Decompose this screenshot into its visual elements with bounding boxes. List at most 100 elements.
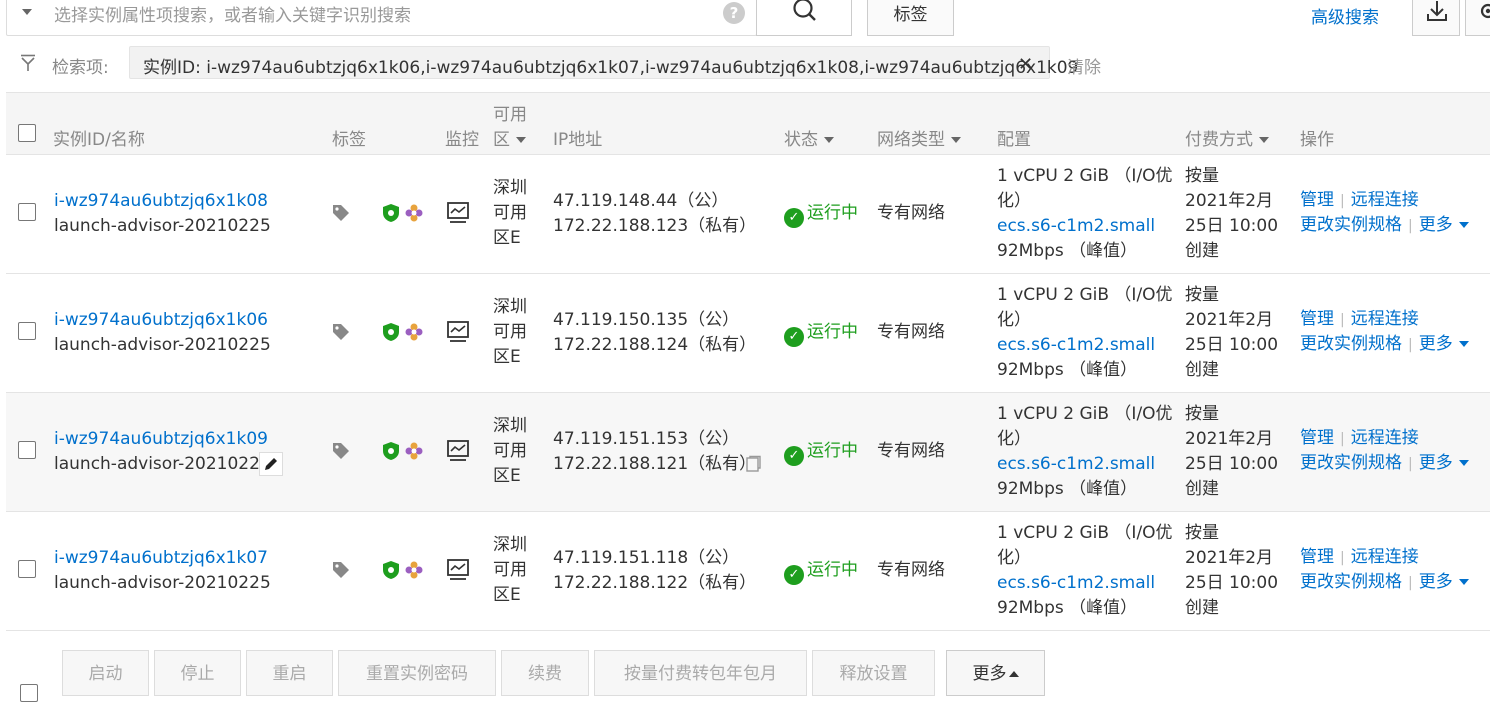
shield-icon — [383, 442, 399, 460]
shield-icon — [383, 204, 399, 222]
manage-link[interactable]: 管理 — [1300, 190, 1334, 210]
divider: | — [1408, 575, 1413, 591]
convert-billing-button[interactable]: 按量付费转包年包月 — [594, 650, 807, 696]
billing-line: 创建 — [1185, 479, 1219, 499]
zone-line: 区E — [493, 585, 521, 605]
instance-type-link[interactable]: ecs.s6-c1m2.small — [997, 333, 1155, 358]
config-spec: 1 vCPU 2 GiB （I/O优 — [997, 404, 1173, 424]
search-input[interactable]: 选择实例属性项搜索，或者输入关键字识别搜索 — [54, 1, 411, 26]
monitor-icon[interactable] — [446, 320, 470, 344]
download-button[interactable] — [1412, 0, 1460, 36]
manage-link[interactable]: 管理 — [1300, 547, 1334, 567]
advanced-search-link[interactable]: 高级搜索 — [1311, 3, 1379, 28]
row-checkbox[interactable] — [18, 560, 36, 578]
renew-button[interactable]: 续费 — [501, 650, 589, 696]
header-status[interactable]: 状态 — [784, 125, 834, 150]
search-help-icon[interactable]: ? — [723, 2, 745, 24]
billing-line: 2021年2月 — [1185, 310, 1274, 330]
start-button[interactable]: 启动 — [62, 650, 149, 696]
more-actions-button[interactable]: 更多 — [946, 650, 1045, 696]
divider: | — [1340, 550, 1345, 566]
zone-line: 可用 — [493, 322, 527, 342]
instance-id-link[interactable]: i-wz974au6ubtzjq6x1k06 — [54, 308, 268, 333]
divider: | — [1408, 337, 1413, 353]
row-checkbox[interactable] — [18, 322, 36, 340]
tag-icon[interactable] — [332, 204, 350, 222]
instance-type-link[interactable]: ecs.s6-c1m2.small — [997, 571, 1155, 596]
zone-line: 深圳 — [493, 535, 527, 555]
monitor-icon[interactable] — [446, 558, 470, 582]
table-row: i-wz974au6ubtzjq6x1k06 launch-advisor-20… — [6, 274, 1490, 393]
manage-link[interactable]: 管理 — [1300, 309, 1334, 329]
actions-line2: 更改实例规格 | 更多 — [1300, 213, 1469, 239]
resize-link[interactable]: 更改实例规格 — [1300, 215, 1402, 235]
chevron-up-icon — [1008, 671, 1019, 677]
header-billing[interactable]: 付费方式 — [1185, 125, 1269, 150]
clear-filter-link[interactable]: 清除 — [1067, 53, 1101, 78]
release-settings-button[interactable]: 释放设置 — [812, 650, 935, 696]
remote-connect-link[interactable]: 远程连接 — [1351, 428, 1419, 448]
filter-label: 检索项: — [52, 58, 109, 78]
status-badge: ✓ 运行中 — [784, 558, 858, 585]
header-network[interactable]: 网络类型 — [877, 125, 961, 150]
reset-password-button[interactable]: 重置实例密码 — [338, 650, 496, 696]
header-zone[interactable]: 区 — [493, 125, 526, 150]
ip-public: 47.119.150.135（公） — [553, 310, 740, 330]
remote-connect-link[interactable]: 远程连接 — [1351, 547, 1419, 567]
instance-type-link[interactable]: ecs.s6-c1m2.small — [997, 452, 1155, 477]
billing-line: 2021年2月 — [1185, 191, 1274, 211]
resize-link[interactable]: 更改实例规格 — [1300, 334, 1402, 354]
instance-id-link[interactable]: i-wz974au6ubtzjq6x1k07 — [54, 546, 268, 571]
zone-line: 可用 — [493, 441, 527, 461]
monitor-icon[interactable] — [446, 201, 470, 225]
config-spec-cont: 化） — [997, 310, 1031, 330]
divider: | — [1408, 218, 1413, 234]
more-dropdown[interactable]: 更多 — [1419, 453, 1469, 473]
filter-icon — [21, 54, 35, 71]
remote-connect-link[interactable]: 远程连接 — [1351, 309, 1419, 329]
chevron-down-icon — [1458, 341, 1469, 347]
chevron-down-icon — [1458, 460, 1469, 466]
restart-button[interactable]: 重启 — [246, 650, 333, 696]
search-button[interactable] — [756, 0, 852, 36]
close-icon[interactable]: ✕ — [1018, 54, 1033, 75]
monitor-icon[interactable] — [446, 439, 470, 463]
zone-line: 深圳 — [493, 416, 527, 436]
manage-link[interactable]: 管理 — [1300, 428, 1334, 448]
stop-button[interactable]: 停止 — [154, 650, 241, 696]
tag-button[interactable]: 标签 — [867, 0, 954, 36]
chevron-down-icon — [516, 137, 526, 143]
more-dropdown[interactable]: 更多 — [1419, 215, 1469, 235]
remote-connect-link[interactable]: 远程连接 — [1351, 190, 1419, 210]
instance-id-link[interactable]: i-wz974au6ubtzjq6x1k09 — [54, 427, 268, 452]
row-checkbox[interactable] — [18, 441, 36, 459]
tag-icon[interactable] — [332, 561, 350, 579]
download-icon — [1427, 1, 1447, 21]
ip-public: 47.119.151.118（公） — [553, 548, 740, 568]
select-all-checkbox[interactable] — [18, 124, 36, 142]
search-field-dropdown-icon[interactable] — [22, 9, 32, 15]
instance-id-link[interactable]: i-wz974au6ubtzjq6x1k08 — [54, 189, 268, 214]
instance-type-link[interactable]: ecs.s6-c1m2.small — [997, 214, 1155, 239]
actions-line1: 管理 | 远程连接 — [1300, 426, 1419, 452]
tag-icon[interactable] — [332, 323, 350, 341]
instance-name: launch-advisor-20210225 — [54, 216, 271, 236]
divider: | — [1340, 312, 1345, 328]
copy-icon[interactable] — [744, 455, 762, 473]
row-checkbox[interactable] — [18, 203, 36, 221]
more-dropdown[interactable]: 更多 — [1419, 572, 1469, 592]
zone-line: 可用 — [493, 203, 527, 223]
billing-line: 按量 — [1185, 285, 1219, 305]
more-dropdown[interactable]: 更多 — [1419, 334, 1469, 354]
check-circle-icon: ✓ — [784, 446, 804, 466]
resize-link[interactable]: 更改实例规格 — [1300, 453, 1402, 473]
settings-button[interactable] — [1465, 0, 1490, 36]
filter-chip-text: 实例ID: i-wz974au6ubtzjq6x1k06,i-wz974au6u… — [143, 58, 1079, 78]
billing-line: 2021年2月 — [1185, 429, 1274, 449]
batch-select-checkbox[interactable] — [20, 684, 38, 702]
search-box[interactable]: 选择实例属性项搜索，或者输入关键字识别搜索 ? — [6, 0, 757, 36]
zone-line: 深圳 — [493, 297, 527, 317]
edit-name-button[interactable] — [259, 452, 283, 476]
tag-icon[interactable] — [332, 442, 350, 460]
resize-link[interactable]: 更改实例规格 — [1300, 572, 1402, 592]
